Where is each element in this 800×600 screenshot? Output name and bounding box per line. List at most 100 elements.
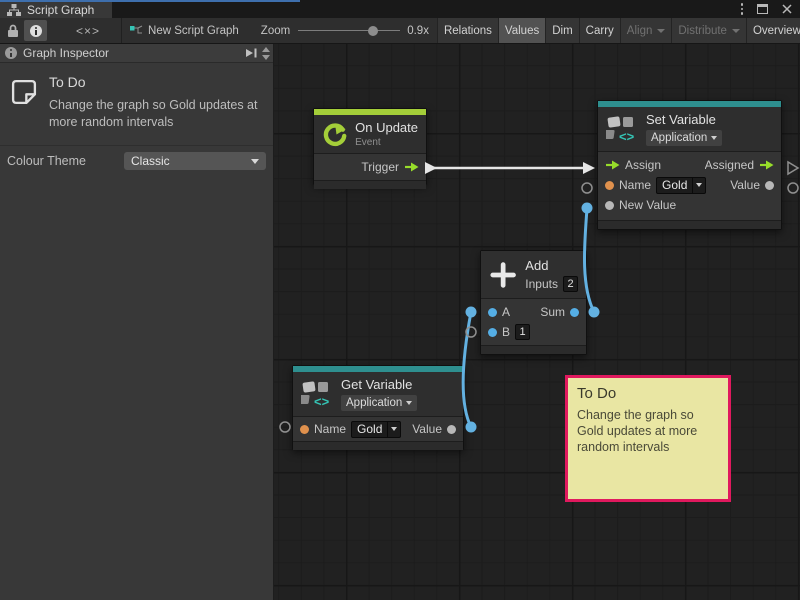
relations-button[interactable]: Relations — [438, 18, 499, 44]
toolbar-divider — [121, 18, 122, 44]
object-port[interactable] — [605, 201, 614, 210]
port-add-sum-out[interactable] — [589, 307, 600, 318]
number-port[interactable] — [570, 308, 579, 317]
graph-canvas[interactable]: On Update Event Trigger — [274, 44, 800, 600]
port-add-a-in[interactable] — [466, 307, 477, 318]
maximize-icon[interactable] — [757, 4, 768, 14]
inputs-label: Inputs — [525, 277, 558, 291]
flow-arrow-icon[interactable] — [404, 162, 419, 172]
b-value-field[interactable]: 1 — [515, 324, 530, 340]
variable-scope-dropdown[interactable]: Application — [341, 395, 417, 411]
port-setvariable-value-out-open[interactable] — [788, 183, 798, 193]
port-label-trigger: Trigger — [361, 160, 399, 174]
sticky-note-todo[interactable]: To Do Change the graph so Gold updates a… — [565, 375, 731, 502]
node-title: Set Variable — [646, 112, 722, 127]
variable-icon: <> — [606, 114, 638, 144]
window-controls — [741, 2, 793, 16]
zoom-label: Zoom — [261, 25, 290, 37]
code-view-icon[interactable]: <×> — [76, 24, 100, 38]
menu-kebab-icon[interactable] — [741, 3, 744, 15]
flow-arrow-icon[interactable] — [759, 160, 774, 170]
colour-theme-row: Colour Theme Classic — [0, 145, 273, 176]
graph-inspector-panel: Graph Inspector — [0, 44, 274, 600]
port-getvariable-name-in-open[interactable] — [280, 422, 290, 432]
sticky-note-text: Change the graph so Gold updates at more… — [577, 407, 719, 455]
port-setvariable-name-in-open[interactable] — [582, 183, 592, 193]
tab-bar: Script Graph — [0, 0, 800, 18]
align-label: Align — [627, 25, 653, 37]
string-port[interactable] — [300, 425, 309, 434]
port-label-assigned: Assigned — [705, 158, 754, 172]
colour-theme-select[interactable]: Classic — [124, 152, 266, 170]
scope-value: Application — [346, 397, 402, 409]
inspector-toggle-button[interactable] — [24, 20, 47, 41]
tab-script-graph[interactable]: Script Graph — [0, 2, 112, 18]
variable-name-dropdown[interactable]: Gold — [351, 421, 401, 438]
node-on-update[interactable]: On Update Event Trigger — [313, 108, 427, 185]
sticky-note-title: To Do — [577, 385, 719, 402]
align-button[interactable]: Align — [621, 18, 673, 44]
number-port[interactable] — [488, 308, 497, 317]
colour-theme-value: Classic — [131, 154, 251, 168]
info-icon — [5, 47, 17, 59]
object-port[interactable] — [447, 425, 456, 434]
values-button[interactable]: Values — [499, 18, 546, 44]
flow-arrow-icon[interactable] — [605, 160, 620, 170]
zoom-slider-handle[interactable] — [368, 26, 378, 36]
overview-button[interactable]: Overview — [747, 18, 800, 44]
carry-button[interactable]: Carry — [580, 18, 621, 44]
graph-breadcrumb[interactable]: New Script Graph — [129, 24, 239, 37]
chevron-down-icon — [732, 29, 740, 33]
svg-text:<>: <> — [314, 394, 330, 409]
dim-button[interactable]: Dim — [546, 18, 579, 44]
chevron-down-icon — [391, 427, 397, 431]
zoom-slider-track — [298, 30, 400, 31]
svg-text:<>: <> — [619, 129, 635, 144]
update-loop-icon — [322, 121, 347, 147]
port-setvariable-assigned-out-open[interactable] — [788, 162, 798, 174]
zoom-control: Zoom 0.9x — [261, 25, 429, 37]
plus-icon — [489, 260, 517, 290]
wire-getvariable-value-to-add-a[interactable] — [463, 312, 471, 427]
zoom-slider[interactable] — [298, 25, 400, 37]
port-label-sum: Sum — [540, 305, 565, 319]
graph-toolbar: <×> New Script Graph Zoom 0.9x Relations… — [0, 18, 800, 44]
tab-title: Script Graph — [27, 3, 94, 17]
node-get-variable[interactable]: <> Get Variable Application Name — [292, 365, 464, 450]
string-port[interactable] — [605, 181, 614, 190]
zoom-value: 0.9x — [407, 25, 429, 37]
number-port[interactable] — [488, 328, 497, 337]
port-label-a: A — [502, 305, 510, 319]
distribute-button[interactable]: Distribute — [672, 18, 747, 44]
node-subtitle: Event — [355, 137, 418, 148]
node-set-variable[interactable]: <> Set Variable Application — [597, 100, 782, 230]
script-graph-window: Script Graph <×> New Script — [0, 0, 800, 600]
variable-scope-dropdown[interactable]: Application — [646, 130, 722, 146]
inputs-count-field[interactable]: 2 — [563, 276, 578, 292]
graph-name-label: New Script Graph — [148, 25, 239, 37]
step-down-icon[interactable] — [262, 55, 270, 60]
port-label-b: B — [502, 325, 510, 339]
collapse-panel-icon[interactable] — [245, 47, 258, 59]
node-add[interactable]: Add Inputs 2 A Sum — [480, 250, 587, 355]
port-setvariable-newvalue-in[interactable] — [582, 203, 593, 214]
object-port[interactable] — [765, 181, 774, 190]
chevron-down-icon — [406, 401, 412, 405]
chevron-down-icon — [696, 183, 702, 187]
main-area: Graph Inspector — [0, 44, 800, 600]
port-add-b-in-open[interactable] — [466, 327, 476, 337]
step-up-icon[interactable] — [262, 47, 270, 52]
node-resize-strip — [293, 441, 463, 450]
close-icon[interactable] — [782, 4, 792, 14]
variable-icon: <> — [301, 379, 333, 409]
variable-name-value: Gold — [352, 422, 387, 437]
variable-name-dropdown[interactable]: Gold — [656, 177, 706, 194]
lock-icon[interactable] — [7, 24, 19, 38]
toolbar-buttons: Relations Values Dim Carry Align Distrib… — [437, 18, 800, 44]
script-graph-icon — [7, 4, 21, 16]
port-getvariable-value-out[interactable] — [466, 422, 477, 433]
todo-summary: To Do Change the graph so Gold updates a… — [0, 63, 273, 135]
colour-theme-label: Colour Theme — [7, 154, 124, 168]
port-label-value: Value — [730, 178, 760, 192]
node-title: Get Variable — [341, 377, 417, 392]
